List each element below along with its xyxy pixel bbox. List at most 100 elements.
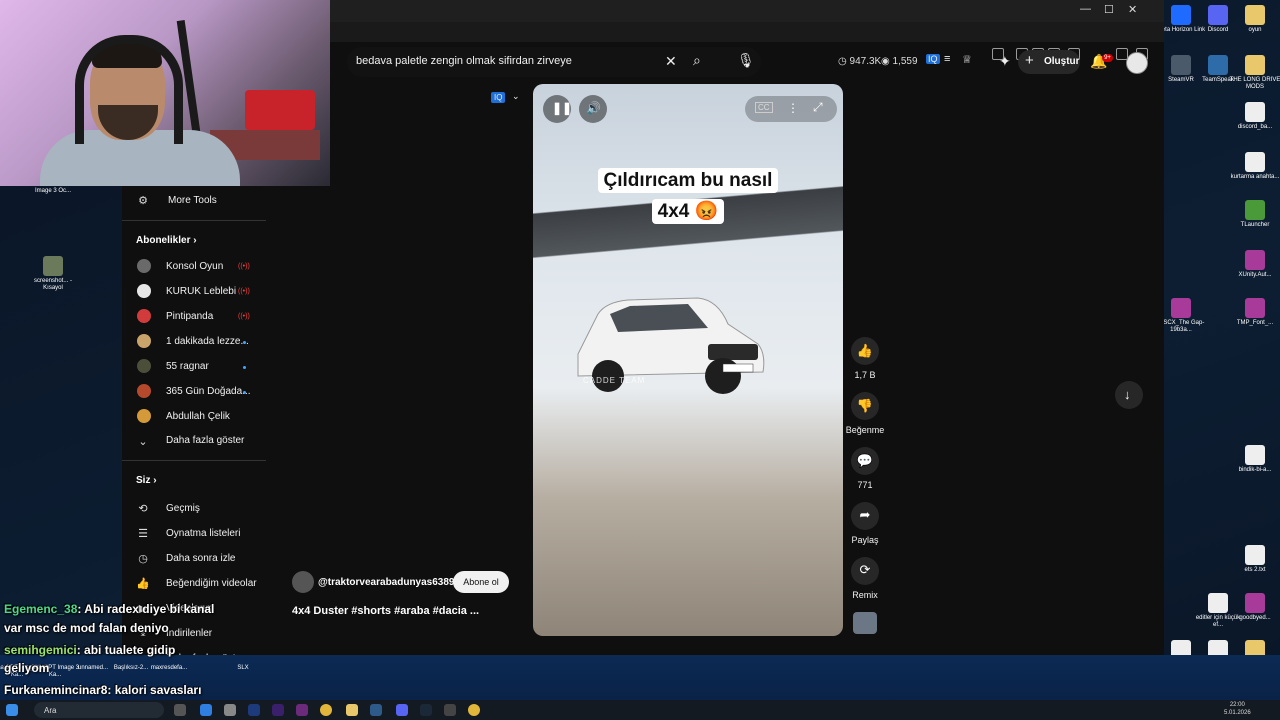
desktop-icon[interactable]: discord_ba... [1227,102,1280,131]
sidebar-item-subscription[interactable]: 55 ragnar [122,358,266,376]
subscription-name: 55 ragnar [166,361,209,372]
desktop-icon-label: goodbyed... [1239,615,1271,621]
file-icon [1245,445,1265,465]
desktop-icon[interactable]: maxresdefa... [144,665,194,672]
desktop-icon[interactable]: bindik-bi-a... [1227,445,1280,474]
account-avatar[interactable] [1126,52,1148,74]
more-vert-icon[interactable]: ⋮ [787,101,799,115]
volume-button[interactable]: 🔊 [579,95,607,123]
subscription-name: 1 dakikada lezze... [166,336,249,347]
video-caption-line1: Çıldırıcam bu nasıl [563,168,813,193]
subscription-name: Konsol Oyun [166,261,224,272]
desktop-icon[interactable]: THE LONG DRIVE MODS [1227,55,1280,91]
pause-button[interactable]: ❚❚ [543,95,572,123]
sidebar-divider [122,220,266,221]
webcam-overlay [0,0,330,186]
subscription-name: Abdullah Çelik [166,411,230,422]
desktop-icon[interactable]: SLX [218,665,268,672]
video-caption-line2: 4x4 😡 [563,199,813,224]
task-view-icon[interactable] [174,704,186,716]
app-icon[interactable] [444,704,456,716]
chat-text: : Abi radex diye bi kanal [77,602,215,616]
file-icon [1171,5,1191,25]
desktop-icon-label: bindik-bi-a... [1238,467,1272,473]
steam-icon[interactable] [420,704,432,716]
copilot-icon[interactable] [200,704,212,716]
settings-lines-icon[interactable]: ≡ [944,53,950,65]
desktop-icon[interactable]: ets 2.txt [1227,545,1280,574]
file-icon [1171,55,1191,75]
sidebar-item-you[interactable]: ◷ Daha sonra izle [122,550,266,568]
chat-text: : abi tualete gidip [76,643,176,657]
desktop-icon-label: WSCX_The Gap-19b3a... [1157,320,1205,333]
search-input[interactable]: bedava paletle zengin olmak sifirdan zir… [356,55,572,67]
search-icon[interactable]: ⌕ [693,52,701,69]
sidebar-item-you[interactable]: ☰ Oynatma listeleri [122,525,266,543]
app-icon[interactable] [224,704,236,716]
video-title[interactable]: 4x4 Duster #shorts #araba #dacia ... [292,605,479,617]
chat-username: semihgemici [4,643,77,657]
sidebar-item-subscription[interactable]: KURUK Leblebi ((•)) [122,283,266,301]
desktop-icon[interactable]: XUnity.Aut... [1227,250,1280,279]
iq-extension-icon[interactable]: IQ [926,54,940,64]
chat-text: : kalori savasları [107,683,202,697]
subscription-name: 365 Gün Doğada... [166,386,251,397]
thumbs-up-icon: 👍 [856,343,874,358]
sidebar-item-subscription[interactable]: 365 Gün Doğada... [122,383,266,401]
start-icon[interactable] [6,704,18,716]
microphone-icon[interactable]: 🎙 [737,52,755,69]
close-window-icon[interactable]: ✕ [1128,3,1137,16]
trophy-icon[interactable]: ♕ [962,53,972,66]
sidebar-item-you[interactable]: 👍 Beğendiğim videolar [122,575,266,593]
chat-message: Egemenc_38: Abi radex diye bi kanal [4,602,214,616]
sidebar-item-you[interactable]: ⟲ Geçmiş [122,500,266,518]
desktop-icon-label: ets 2.txt [1244,567,1266,573]
file-icon [1245,545,1265,565]
shorts-video-player[interactable]: ❚❚ 🔊 CC ⋮ ⤢ Çıldırıcam bu nasıl 4x4 😡 CA… [533,84,843,636]
maximize-icon[interactable]: ☐ [1104,3,1114,16]
app-icon[interactable] [370,704,382,716]
sidebar-item-subscription[interactable]: 1 dakikada lezze... [122,333,266,351]
desktop-icon[interactable]: kurtarma anahta... [1227,152,1280,181]
file-explorer-icon[interactable] [346,704,358,716]
sparkle-icon[interactable]: ✦ [999,53,1011,70]
channel-avatar[interactable] [292,571,314,593]
sound-thumbnail[interactable] [853,612,877,634]
photoshop-icon[interactable] [248,704,260,716]
channel-name[interactable]: @traktorvearabadunyas6389 [318,577,455,588]
minimize-icon[interactable]: — [1080,3,1091,15]
discord-icon[interactable] [396,704,408,716]
file-icon [1245,5,1265,25]
premiere-icon[interactable] [272,704,284,716]
desktop-icon[interactable]: oyun [1227,5,1280,34]
more-tools-link[interactable]: More Tools [168,195,217,206]
chat-username: Egemenc_38 [4,602,78,616]
subscribe-label: Abone ol [463,577,499,587]
chrome-active-icon[interactable] [468,704,480,716]
sidebar-item-subscription[interactable]: Pintipanda ((•)) [122,308,266,326]
captions-icon[interactable]: CC [755,102,773,113]
desktop-icon-label: XUnity.Aut... [1238,272,1272,278]
subscriptions-header[interactable]: Abonelikler › [136,235,197,246]
sidebar-item-subscription[interactable]: Konsol Oyun ((•)) [122,258,266,276]
file-icon [1208,593,1228,613]
iq-player-icon[interactable]: IQ [491,92,506,103]
file-icon [1245,200,1265,220]
show-more-subscriptions[interactable]: Daha fazla göster [166,435,244,446]
comment-icon: 💬 [856,453,874,468]
desktop-icon[interactable]: goodbyed... [1227,593,1280,622]
fullscreen-icon[interactable]: ⤢ [813,100,823,115]
next-short-button[interactable]: ↓ [1115,381,1143,409]
clear-search-icon[interactable]: ✕ [665,53,677,70]
desktop-icon[interactable]: screenshot... - Kısayol [25,256,81,292]
chrome-icon[interactable] [320,704,332,716]
chevron-down-icon[interactable]: ⌄ [512,91,520,102]
you-header[interactable]: Siz › [136,475,157,486]
sidebar-item-subscription[interactable]: Abdullah Çelik [122,408,266,426]
app-icon[interactable] [296,704,308,716]
desktop-icon[interactable]: TMP_Font_... [1227,298,1280,327]
sidebar-item-label: İndirilenler [166,628,213,639]
volume-icon: 🔊 [586,101,601,115]
taskbar-search-placeholder: Ara [44,706,57,715]
desktop-icon[interactable]: TLauncher [1227,200,1280,229]
